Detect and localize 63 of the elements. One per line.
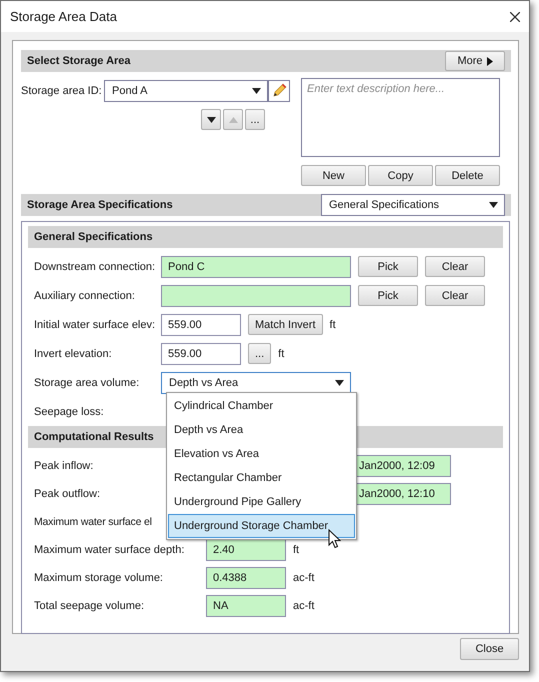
field-label: Auxiliary connection:	[34, 290, 136, 302]
field-label: Initial water surface elev:	[34, 318, 156, 330]
unit-label: ac-ft	[293, 572, 314, 584]
result-field: Jan2000, 12:09	[354, 455, 451, 477]
dropdown-option[interactable]: Underground Storage Chamber	[168, 514, 355, 538]
right-arrow-icon	[486, 56, 493, 66]
volume-dropdown[interactable]: Depth vs Area	[161, 372, 351, 394]
pick-button[interactable]: Pick	[358, 256, 418, 277]
clear-button[interactable]: Clear	[425, 285, 485, 306]
result-label: Maximum water surface el	[34, 516, 152, 528]
action-button[interactable]: Copy	[368, 165, 433, 186]
input-field[interactable]: 559.00	[161, 314, 241, 336]
result-label: Peak inflow:	[34, 460, 94, 472]
storage-id-dropdown[interactable]: Pond A	[104, 80, 268, 102]
caret-icon	[252, 88, 261, 94]
unit-label: ft	[293, 544, 300, 556]
input-field[interactable]: 559.00	[161, 342, 241, 364]
unit-label: ft	[278, 348, 284, 360]
connection-field[interactable]	[161, 284, 351, 306]
dropdown-option[interactable]: Underground Pipe Gallery	[168, 490, 355, 514]
result-field: 0.4388	[206, 567, 286, 589]
action-button[interactable]: Delete	[435, 165, 500, 186]
unit-label: ft	[330, 318, 336, 330]
section-title: General Specifications	[34, 231, 153, 243]
result-label: Maximum water surface depth:	[34, 544, 186, 556]
dropdown-option[interactable]: Depth vs Area	[168, 418, 355, 442]
result-label: Maximum storage volume:	[34, 572, 164, 584]
dropdown-option[interactable]: Cylindrical Chamber	[168, 394, 355, 418]
field-label: Storage area ID:	[21, 85, 103, 97]
connection-field[interactable]: Pond C	[161, 256, 351, 278]
action-button[interactable]: ...	[248, 343, 272, 364]
section-title: Select Storage Area	[27, 55, 131, 67]
field-label: Storage area volume:	[34, 376, 140, 388]
unit-label: ac-ft	[293, 600, 314, 612]
result-field: Jan2000, 12:10	[354, 483, 451, 505]
caret-icon	[335, 380, 344, 386]
down-arrow-icon	[206, 116, 216, 122]
result-label: Peak outflow:	[34, 488, 102, 500]
window-title: Storage Area Data	[10, 9, 117, 24]
section-title: Computational Results	[34, 431, 154, 443]
field-label: Invert elevation:	[34, 348, 113, 360]
up-arrow-icon	[228, 116, 238, 122]
browse-button[interactable]: ...	[245, 109, 265, 130]
action-button[interactable]: New	[301, 165, 366, 186]
dropdown-option[interactable]: Elevation vs Area	[168, 442, 355, 466]
view-dropdown[interactable]: General Specifications	[321, 194, 505, 216]
result-field: 2.40	[206, 539, 286, 561]
more-button[interactable]: More	[445, 51, 505, 71]
section-title: Storage Area Specifications	[27, 199, 173, 211]
pencil-icon	[271, 83, 287, 99]
field-label: Downstream connection:	[34, 260, 156, 272]
close-button[interactable]: Close	[460, 638, 519, 660]
field-label: Seepage loss:	[34, 406, 105, 418]
pick-button[interactable]: Pick	[358, 285, 418, 306]
close-icon[interactable]	[510, 12, 520, 22]
result-label: Total seepage volume:	[34, 600, 146, 612]
next-button[interactable]	[201, 109, 221, 130]
edit-button[interactable]	[268, 80, 290, 102]
action-button[interactable]: Match Invert	[248, 314, 323, 335]
result-field: NA	[206, 595, 286, 617]
caret-icon	[489, 202, 498, 208]
dropdown-option[interactable]: Rectangular Chamber	[168, 466, 355, 490]
clear-button[interactable]: Clear	[425, 256, 485, 277]
